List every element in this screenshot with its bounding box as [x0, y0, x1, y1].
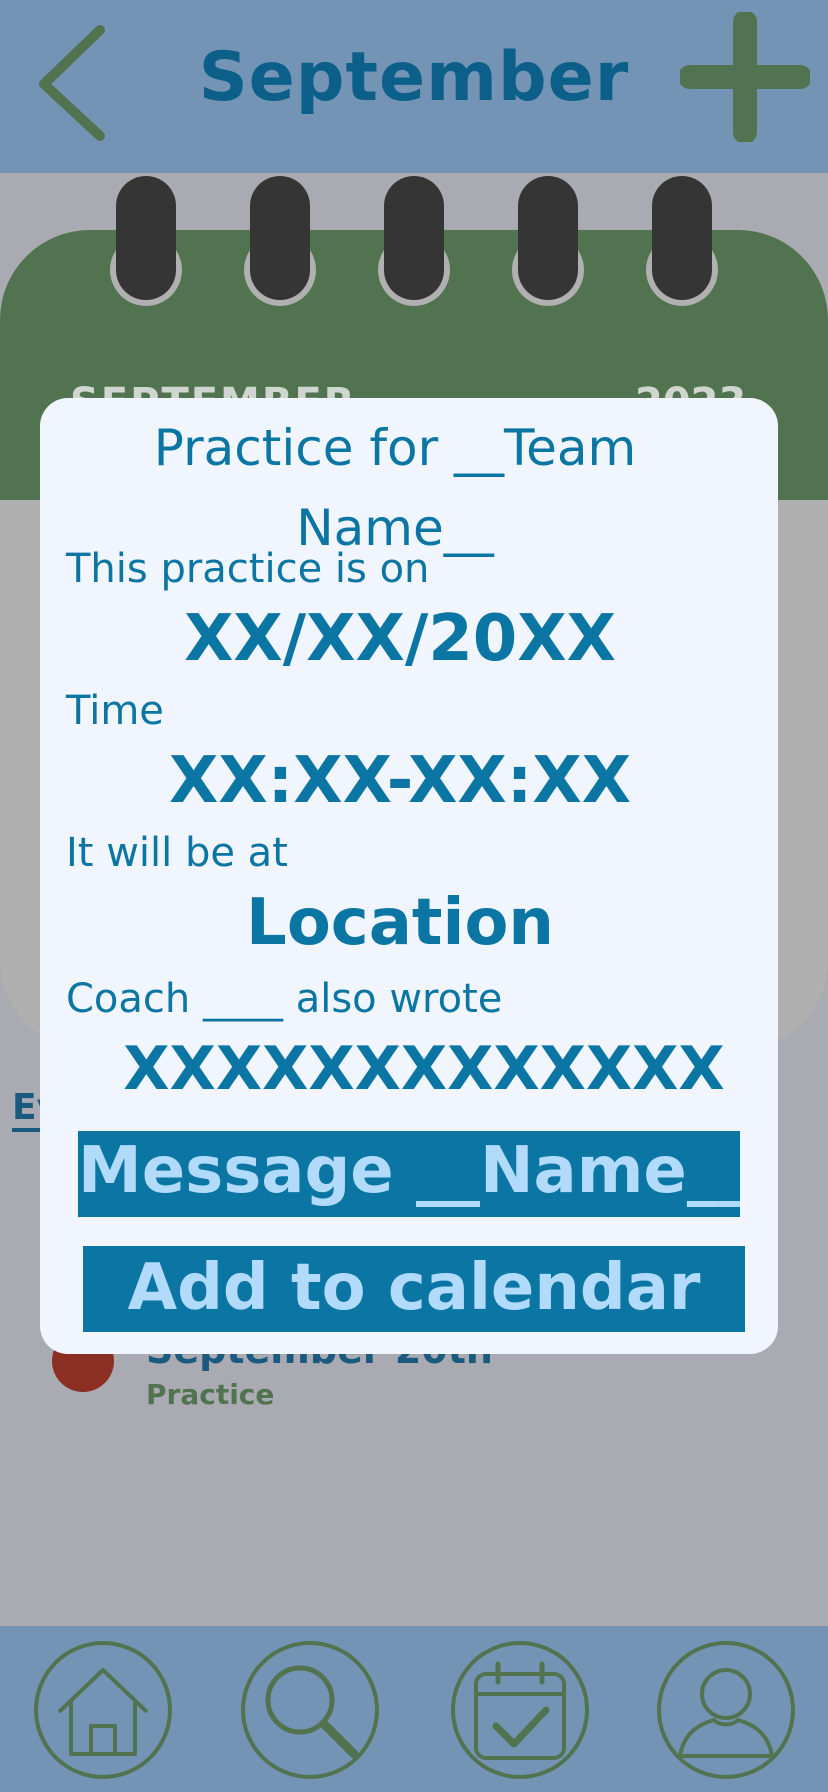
practice-details-modal: Practice for __Team Name__ This practice…	[40, 398, 778, 1354]
home-icon[interactable]	[33, 1640, 173, 1780]
binder-ring-icon	[110, 176, 182, 306]
event-type: Practice	[146, 1378, 275, 1411]
binder-ring-icon	[244, 176, 316, 306]
binder-ring-icon	[378, 176, 450, 306]
search-icon[interactable]	[240, 1640, 380, 1780]
app-header: September	[0, 0, 828, 173]
add-to-calendar-button[interactable]: Add to calendar	[83, 1246, 745, 1332]
binder-ring-icon	[646, 176, 718, 306]
message-coach-button[interactable]: Message __Name__	[78, 1131, 740, 1217]
plus-icon[interactable]	[680, 12, 810, 142]
coach-message: XXXXXXXXXXXXX	[123, 1034, 725, 1104]
profile-icon[interactable]	[656, 1640, 796, 1780]
modal-title: Practice for __Team Name__	[153, 419, 637, 557]
location-label: It will be at	[66, 830, 288, 876]
time-value: XX:XX-XX:XX	[168, 744, 632, 818]
time-label: Time	[66, 688, 164, 734]
binder-ring-icon	[512, 176, 584, 306]
coach-note-label: Coach ____ also wrote	[66, 976, 503, 1022]
location-value: Location	[246, 886, 554, 960]
date-value: XX/XX/20XX	[184, 602, 616, 676]
calendar-check-icon[interactable]	[450, 1640, 590, 1780]
date-label: This practice is on	[66, 546, 430, 592]
bottom-nav	[0, 1626, 828, 1792]
